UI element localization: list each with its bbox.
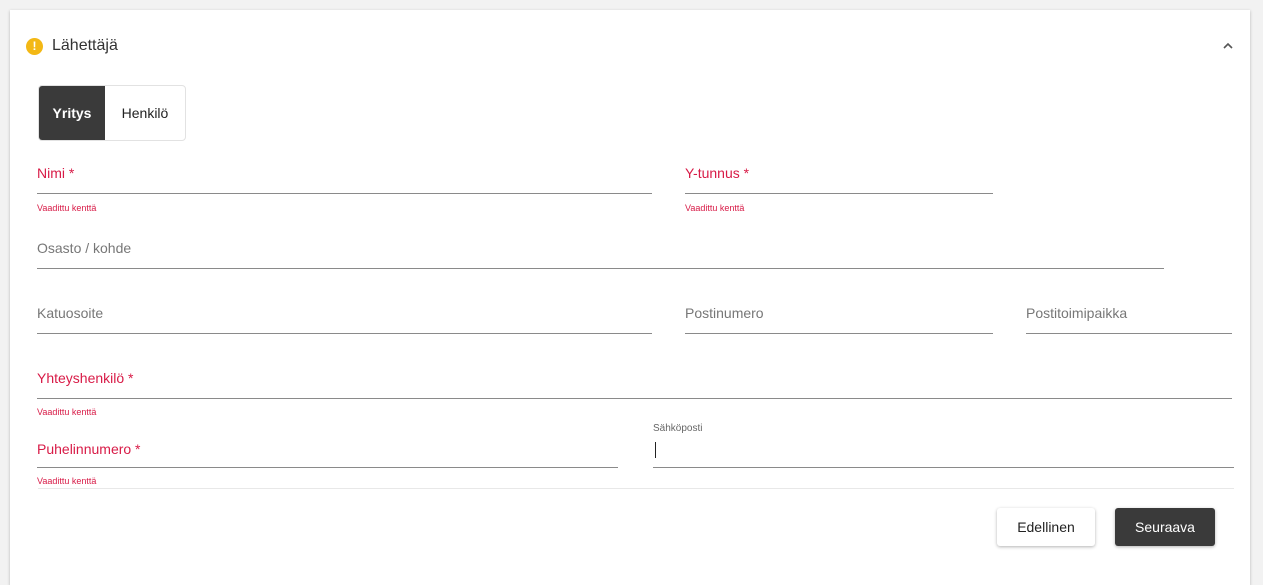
name-field[interactable]: Nimi *: [37, 160, 652, 194]
name-error: Vaadittu kenttä: [37, 203, 97, 213]
postal-code-underline: [685, 333, 993, 334]
phone-underline: [37, 467, 618, 468]
postal-code-field[interactable]: Postinumero: [685, 300, 993, 334]
department-field[interactable]: Osasto / kohde: [37, 235, 1164, 269]
name-underline: [37, 193, 652, 194]
warning-icon: !: [26, 38, 43, 55]
chevron-up-icon[interactable]: [1220, 38, 1236, 54]
contact-person-underline: [37, 398, 1232, 399]
business-id-field[interactable]: Y-tunnus *: [685, 160, 993, 194]
next-button[interactable]: Seuraava: [1115, 508, 1215, 546]
street-underline: [37, 333, 652, 334]
postal-code-label: Postinumero: [685, 305, 764, 321]
business-id-error: Vaadittu kenttä: [685, 203, 745, 213]
business-id-underline: [685, 193, 993, 194]
sender-type-toggle: Yritys Henkilö: [38, 85, 186, 141]
email-underline: [653, 467, 1234, 468]
phone-error: Vaadittu kenttä: [37, 476, 97, 486]
city-label: Postitoimipaikka: [1026, 305, 1128, 321]
department-underline: [37, 268, 1164, 269]
section-header[interactable]: ! Lähettäjä: [10, 10, 1250, 70]
email-field[interactable]: [653, 436, 1234, 468]
street-field[interactable]: Katuosoite: [37, 300, 652, 334]
email-label: Sähköposti: [653, 423, 703, 434]
city-underline: [1026, 333, 1232, 334]
name-label: Nimi *: [37, 165, 75, 181]
contact-person-label: Yhteyshenkilö *: [37, 370, 134, 386]
phone-field[interactable]: Puhelinnumero *: [37, 436, 618, 468]
city-field[interactable]: Postitoimipaikka: [1026, 300, 1232, 334]
street-label: Katuosoite: [37, 305, 104, 321]
section-title: Lähettäjä: [52, 37, 118, 54]
text-cursor: [655, 442, 656, 458]
department-label: Osasto / kohde: [37, 240, 132, 256]
phone-label: Puhelinnumero *: [37, 441, 141, 457]
form-divider: [38, 488, 1234, 489]
toggle-company[interactable]: Yritys: [39, 86, 105, 140]
contact-person-field[interactable]: Yhteyshenkilö *: [37, 365, 1232, 399]
sender-panel: ! Lähettäjä Yritys Henkilö Nimi * Vaadit…: [10, 10, 1250, 585]
previous-button[interactable]: Edellinen: [997, 508, 1095, 546]
contact-person-error: Vaadittu kenttä: [37, 407, 97, 417]
toggle-person[interactable]: Henkilö: [105, 86, 185, 140]
business-id-label: Y-tunnus *: [685, 165, 750, 181]
